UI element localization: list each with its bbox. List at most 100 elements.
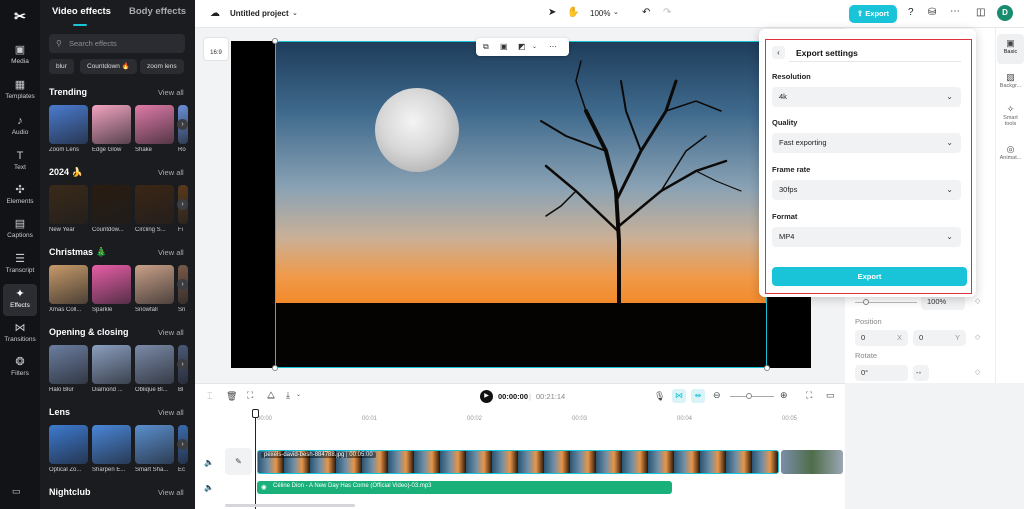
- effect-thumbnail[interactable]: [49, 185, 88, 224]
- tab-smart-tools[interactable]: ✧ Smart tools: [997, 100, 1024, 130]
- audio-track-mute-icon[interactable]: 🔈: [204, 483, 214, 492]
- mask-chevron-icon[interactable]: ⌄: [532, 38, 537, 56]
- video-frame[interactable]: [231, 41, 811, 368]
- effect-thumbnail[interactable]: [135, 345, 174, 384]
- scroll-right-icon[interactable]: ›: [177, 439, 188, 450]
- download-icon[interactable]: ⤓: [286, 390, 290, 401]
- tab-basic[interactable]: ▣ Basic: [997, 34, 1024, 64]
- chevron-down-icon[interactable]: ⌄: [292, 9, 298, 17]
- cloud-icon[interactable]: ☁: [210, 8, 220, 19]
- timeline-scrollbar[interactable]: [225, 504, 355, 507]
- more-options-icon[interactable]: ⋯: [549, 38, 557, 56]
- capcut-logo[interactable]: ✂: [11, 7, 29, 25]
- preview-monitor-icon[interactable]: ▭: [826, 390, 835, 401]
- magnet-icon[interactable]: ⋈: [672, 389, 686, 403]
- video-clip-next[interactable]: [781, 450, 843, 474]
- frame-rate-select[interactable]: 30fps ⌄: [772, 180, 961, 200]
- delete-icon[interactable]: 🗑: [226, 391, 237, 402]
- link-icon[interactable]: ⇹: [691, 389, 705, 403]
- resize-handle-bottom-right[interactable]: [764, 365, 770, 371]
- zoom-chevron-icon[interactable]: ⌄: [613, 8, 619, 16]
- resize-handle-top-left[interactable]: [272, 38, 278, 44]
- position-x-field[interactable]: 0 X: [855, 330, 908, 346]
- rail-item-audio[interactable]: ♪ Audio: [0, 111, 40, 143]
- split-icon[interactable]: ⌶: [207, 391, 212, 402]
- flip-icon[interactable]: ⧋: [267, 390, 275, 401]
- scale-slider-knob[interactable]: [863, 299, 869, 305]
- help-icon[interactable]: ?: [908, 7, 914, 18]
- rail-item-templates[interactable]: ▦ Templates: [0, 75, 40, 107]
- effect-thumbnail[interactable]: [49, 345, 88, 384]
- rail-item-effects[interactable]: ✦ Effects: [3, 284, 37, 316]
- effect-thumbnail[interactable]: [92, 345, 131, 384]
- search-input[interactable]: ⚲ Search effects: [49, 34, 185, 53]
- microphone-icon[interactable]: 🎙: [654, 391, 665, 402]
- scroll-right-icon[interactable]: ›: [177, 119, 188, 130]
- chip-blur[interactable]: blur: [49, 59, 74, 74]
- project-title[interactable]: Untitled project: [230, 9, 289, 18]
- view-all-link[interactable]: View all: [158, 408, 184, 417]
- tab-animation[interactable]: ◎ Animat...: [997, 140, 1024, 170]
- effect-thumbnail[interactable]: [92, 185, 131, 224]
- rail-item-transcript[interactable]: ☰ Transcript: [0, 249, 40, 281]
- quality-select[interactable]: Fast exporting ⌄: [772, 133, 961, 153]
- resolution-select[interactable]: 4k ⌄: [772, 87, 961, 107]
- more-icon[interactable]: ⋯: [950, 6, 960, 17]
- scroll-right-icon[interactable]: ›: [177, 359, 188, 370]
- view-all-link[interactable]: View all: [158, 248, 184, 257]
- keyframe-position-icon[interactable]: ◇: [975, 333, 980, 341]
- play-button[interactable]: ▶: [480, 390, 493, 403]
- effect-thumbnail[interactable]: [49, 425, 88, 464]
- zoom-in-icon[interactable]: ⊕: [780, 390, 788, 401]
- resize-handle-bottom-left[interactable]: [272, 365, 278, 371]
- keyframe-scale-icon[interactable]: ◇: [975, 297, 980, 305]
- storage-icon[interactable]: ⛁: [928, 7, 936, 18]
- effect-thumbnail[interactable]: [92, 425, 131, 464]
- format-select[interactable]: MP4 ⌄: [772, 227, 961, 247]
- zoom-level[interactable]: 100%: [590, 9, 610, 18]
- export-button[interactable]: ⇪ Export: [849, 5, 897, 23]
- aspect-ratio-button[interactable]: 16:9: [203, 37, 229, 61]
- position-y-field[interactable]: 0 Y: [913, 330, 966, 346]
- effect-thumbnail[interactable]: [49, 265, 88, 304]
- rail-item-filters[interactable]: ❂ Filters: [0, 352, 40, 384]
- view-all-link[interactable]: View all: [158, 488, 184, 497]
- crop-icon[interactable]: ⛶: [247, 390, 253, 401]
- avatar[interactable]: D: [997, 5, 1013, 21]
- scroll-right-icon[interactable]: ›: [177, 279, 188, 290]
- effect-thumbnail[interactable]: [135, 185, 174, 224]
- redo-icon[interactable]: ↷: [663, 7, 671, 18]
- effect-thumbnail[interactable]: [92, 105, 131, 144]
- chip-zoom-lens[interactable]: zoom lens: [140, 59, 184, 74]
- feedback-icon[interactable]: ▭: [12, 486, 21, 497]
- rail-item-text[interactable]: T Text: [0, 146, 40, 178]
- scroll-right-icon[interactable]: ›: [177, 199, 188, 210]
- tab-video-effects[interactable]: Video effects: [52, 6, 111, 17]
- rail-item-captions[interactable]: ▤ Captions: [0, 214, 40, 246]
- mask-icon[interactable]: ◩: [518, 38, 526, 56]
- rotate-reset-button[interactable]: -◦: [913, 365, 929, 381]
- select-pointer-icon[interactable]: ➤: [548, 7, 556, 18]
- timeline-zoom-knob[interactable]: [746, 393, 752, 399]
- effect-thumbnail[interactable]: [92, 265, 131, 304]
- fullscreen-icon[interactable]: ⛶: [806, 390, 812, 401]
- view-all-link[interactable]: View all: [158, 328, 184, 337]
- replace-icon[interactable]: ⧉: [483, 38, 489, 56]
- hand-tool-icon[interactable]: ✋: [567, 7, 579, 18]
- undo-icon[interactable]: ↶: [642, 7, 650, 18]
- export-confirm-button[interactable]: Export: [772, 267, 967, 286]
- rail-item-transitions[interactable]: ⋈ Transitions: [0, 318, 40, 350]
- playhead[interactable]: [255, 410, 256, 509]
- cover-edit-button[interactable]: ✎: [225, 448, 252, 475]
- download-chevron-icon[interactable]: ⌄: [296, 391, 301, 398]
- playhead-handle[interactable]: [252, 409, 259, 418]
- rotate-field[interactable]: 0°: [855, 365, 908, 381]
- effect-thumbnail[interactable]: [135, 105, 174, 144]
- timeline-zoom-slider[interactable]: [730, 396, 774, 397]
- rail-item-media[interactable]: ▣ Media: [0, 40, 40, 72]
- tab-body-effects[interactable]: Body effects: [129, 6, 186, 17]
- rail-item-elements[interactable]: ✣ Elements: [0, 180, 40, 212]
- chip-countdown[interactable]: Countdown 🔥: [80, 59, 137, 74]
- video-clip[interactable]: pexels-david-besh-884788.jpg | 00:05:00: [257, 450, 779, 474]
- tab-background[interactable]: ▧ Backgr...: [997, 68, 1024, 98]
